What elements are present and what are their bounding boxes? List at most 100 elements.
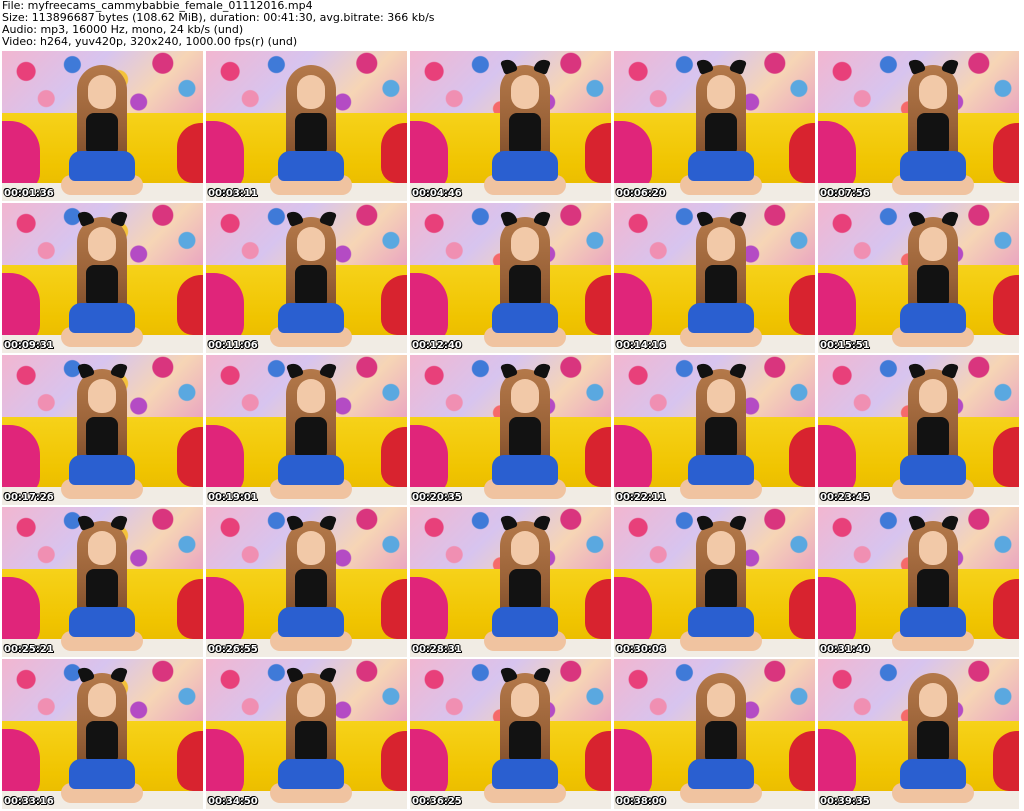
black-top [917,569,949,609]
black-top [705,113,737,153]
blue-skirt [900,455,966,485]
video-thumbnail: 00:04:46 [410,51,611,201]
person-figure [266,513,356,657]
thumbnail-timestamp: 00:09:31 [4,340,54,351]
person-figure [57,65,147,201]
video-thumbnail: 00:11:06 [206,203,407,353]
person-figure [888,209,978,353]
red-pillow [585,123,611,183]
black-top [509,265,541,305]
person-figure [57,513,147,657]
face [511,75,539,109]
person-figure [266,209,356,353]
video-thumbnail: 00:30:06 [614,507,815,657]
video-thumbnail: 00:03:11 [206,51,407,201]
video-thumbnail: 00:22:11 [614,355,815,505]
thumbnail-timestamp: 00:01:36 [4,188,54,199]
black-top [705,265,737,305]
face [88,683,116,717]
face [919,683,947,717]
thumbnail-timestamp: 00:04:46 [412,188,462,199]
red-pillow [381,731,407,791]
face [88,379,116,413]
thumbnail-timestamp: 00:34:50 [208,796,258,807]
face [511,379,539,413]
face [88,531,116,565]
black-top [705,721,737,761]
blue-skirt [278,607,344,637]
person-figure [480,665,570,809]
black-top [917,417,949,457]
blue-skirt [900,303,966,333]
black-top [86,265,118,305]
red-pillow [993,123,1019,183]
thumbnail-timestamp: 00:36:25 [412,796,462,807]
face [297,75,325,109]
thumbnail-timestamp: 00:23:45 [820,492,870,503]
blue-skirt [69,607,135,637]
person-figure [57,209,147,353]
blue-skirt [492,455,558,485]
face [297,227,325,261]
red-pillow [993,427,1019,487]
face [511,683,539,717]
red-pillow [789,427,815,487]
face [707,379,735,413]
black-top [86,417,118,457]
black-top [509,569,541,609]
red-pillow [381,275,407,335]
black-top [509,417,541,457]
black-top [917,113,949,153]
red-pillow [585,275,611,335]
blue-skirt [492,759,558,789]
video-thumbnail: 00:07:56 [818,51,1019,201]
red-pillow [789,123,815,183]
thumbnail-timestamp: 00:07:56 [820,188,870,199]
blue-skirt [69,455,135,485]
face [919,379,947,413]
video-thumbnail: 00:09:31 [2,203,203,353]
black-top [917,721,949,761]
thumbnail-timestamp: 00:38:00 [616,796,666,807]
thumbnail-timestamp: 00:39:35 [820,796,870,807]
face [297,531,325,565]
video-thumbnail: 00:26:55 [206,507,407,657]
blue-skirt [900,151,966,181]
thumbnail-timestamp: 00:14:16 [616,340,666,351]
red-pillow [789,731,815,791]
red-pillow [993,579,1019,639]
red-pillow [381,427,407,487]
thumbnail-timestamp: 00:15:51 [820,340,870,351]
person-figure [676,57,766,201]
black-top [295,113,327,153]
red-pillow [789,275,815,335]
person-figure [676,209,766,353]
face [297,379,325,413]
face [88,75,116,109]
face [511,531,539,565]
red-pillow [177,123,203,183]
person-figure [480,361,570,505]
video-thumbnail: 00:38:00 [614,659,815,809]
video-thumbnail: 00:12:40 [410,203,611,353]
video-thumbnail: 00:36:25 [410,659,611,809]
person-figure [266,361,356,505]
video-thumbnail: 00:17:26 [2,355,203,505]
black-top [86,721,118,761]
blue-skirt [492,607,558,637]
red-pillow [381,123,407,183]
person-figure [480,513,570,657]
video-thumbnail: 00:23:45 [818,355,1019,505]
red-pillow [585,579,611,639]
face [511,227,539,261]
video-thumbnail: 00:34:50 [206,659,407,809]
video-thumbnail: 00:20:35 [410,355,611,505]
thumbnail-timestamp: 00:30:06 [616,644,666,655]
black-top [295,417,327,457]
person-figure [266,665,356,809]
black-top [917,265,949,305]
person-figure [266,65,356,201]
video-thumbnail: 00:06:20 [614,51,815,201]
video-thumbnail: 00:28:31 [410,507,611,657]
thumbnail-timestamp: 00:20:35 [412,492,462,503]
